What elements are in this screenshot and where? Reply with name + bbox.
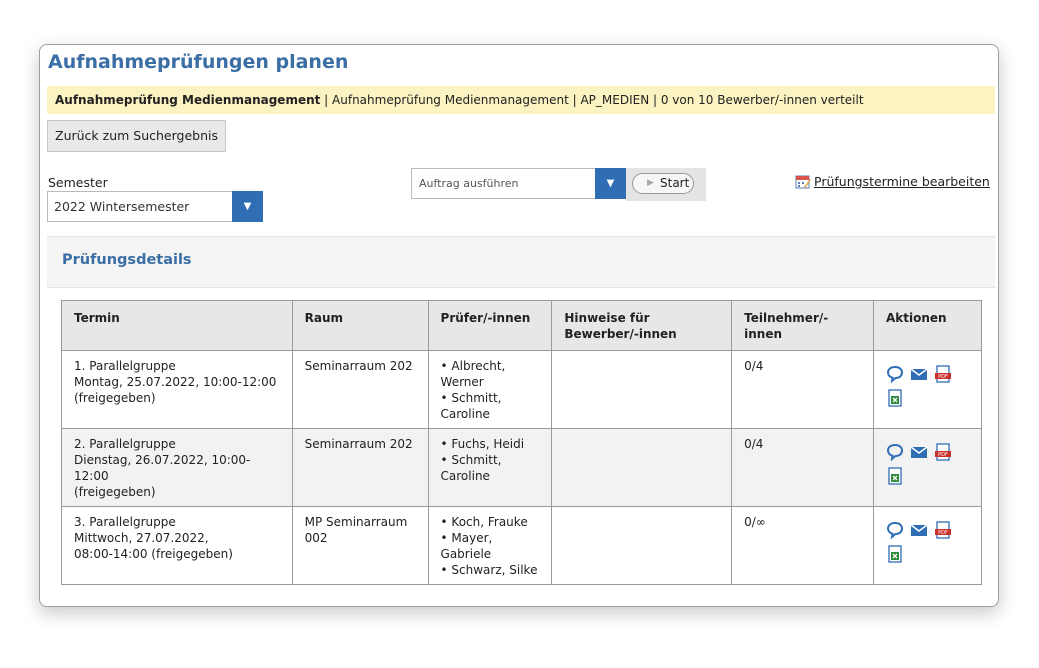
examiners-cell: • Koch, Frauke • Mayer, Gabriele • Schwa… <box>427 506 553 585</box>
termin-cell: 2. Parallelgruppe Dienstag, 26.07.2022, … <box>61 428 293 507</box>
exam-info-details: | Aufnahmeprüfung Medienmanagement | AP_… <box>320 93 864 107</box>
group-date: Mittwoch, 27.07.2022, <box>74 531 209 545</box>
group-status: (freigegeben) <box>74 391 156 405</box>
examiners-cell: • Albrecht, Werner • Schmitt, Caroline <box>427 350 553 429</box>
group-name: 1. Parallelgruppe <box>74 359 176 373</box>
table-row: 1. Parallelgruppe Montag, 25.07.2022, 10… <box>61 350 982 429</box>
examiner-line: • Koch, Frauke <box>440 515 528 529</box>
pdf-icon[interactable]: PDF <box>934 521 952 539</box>
start-button[interactable]: ▶ Start <box>632 173 694 194</box>
examiner-line: Caroline <box>440 407 490 421</box>
column-header-pruefer: Prüfer/-innen <box>427 300 553 351</box>
group-date: Montag, 25.07.2022, 10:00-12:00 <box>74 375 277 389</box>
job-select-placeholder: Auftrag ausführen <box>419 177 519 190</box>
excel-icon[interactable] <box>886 545 904 563</box>
chevron-down-icon[interactable]: ▼ <box>232 191 263 222</box>
svg-text:PDF: PDF <box>938 374 948 380</box>
chevron-down-icon[interactable]: ▼ <box>595 168 626 199</box>
column-header-hinweise: Hinweise für Bewerber/-innen <box>551 300 733 351</box>
room-cell: Seminarraum 202 <box>291 350 429 429</box>
exam-name: Aufnahmeprüfung Medienmanagement <box>55 93 321 107</box>
column-header-teilnehmer: Teilnehmer/-innen <box>731 300 875 351</box>
examiner-line: • Albrecht, <box>440 359 506 373</box>
comment-icon[interactable] <box>886 521 904 539</box>
exam-details-heading: Prüfungsdetails <box>62 252 192 268</box>
actions-cell: PDF <box>873 350 982 429</box>
play-icon: ▶ <box>647 178 654 188</box>
exam-info-bar: Aufnahmeprüfung Medienmanagement | Aufna… <box>47 86 995 114</box>
column-header-termin: Termin <box>61 300 293 351</box>
participants-cell: 0/4 <box>731 350 875 429</box>
column-header-aktionen: Aktionen <box>873 300 982 351</box>
semester-label: Semester <box>48 175 108 190</box>
exam-planning-panel: Aufnahmeprüfungen planen Aufnahmeprüfung… <box>39 44 999 607</box>
notes-cell <box>551 350 733 429</box>
notes-cell <box>551 428 733 507</box>
start-button-label: Start <box>660 176 690 190</box>
examiner-line: • Schmitt, <box>440 453 502 467</box>
group-status: 08:00-14:00 (freigegeben) <box>74 547 233 561</box>
table-row: 2. Parallelgruppe Dienstag, 26.07.2022, … <box>61 428 982 507</box>
table-header-row: Termin Raum Prüfer/-innen Hinweise für B… <box>61 300 982 351</box>
exam-dates-table: Termin Raum Prüfer/-innen Hinweise für B… <box>61 300 982 585</box>
svg-text:PDF: PDF <box>938 452 948 458</box>
mail-icon[interactable] <box>910 443 928 461</box>
start-button-area: ▶ Start <box>626 168 706 201</box>
pdf-icon[interactable]: PDF <box>934 443 952 461</box>
examiner-line: Caroline <box>440 469 490 483</box>
edit-exam-dates-link[interactable]: Prüfungstermine bearbeiten <box>795 173 990 189</box>
column-header-raum: Raum <box>291 300 429 351</box>
participants-cell: 0/4 <box>731 428 875 507</box>
termin-cell: 1. Parallelgruppe Montag, 25.07.2022, 10… <box>61 350 293 429</box>
examiner-line: Werner <box>440 375 484 389</box>
pdf-icon[interactable]: PDF <box>934 365 952 383</box>
edit-exam-dates-label: Prüfungstermine bearbeiten <box>814 174 990 189</box>
comment-icon[interactable] <box>886 365 904 383</box>
examiner-line: • Schmitt, <box>440 391 502 405</box>
exam-details-section: Prüfungsdetails Termin Raum Prüfer/-inne… <box>47 236 995 606</box>
svg-text:PDF: PDF <box>938 530 948 536</box>
job-select[interactable]: Auftrag ausführen ▼ <box>411 168 626 199</box>
page-title: Aufnahmeprüfungen planen <box>48 51 349 73</box>
examiner-line: • Mayer, <box>440 531 493 545</box>
table-row: 3. Parallelgruppe Mittwoch, 27.07.2022, … <box>61 506 982 585</box>
mail-icon[interactable] <box>910 521 928 539</box>
participants-cell: 0/∞ <box>731 506 875 585</box>
examiner-line: Gabriele <box>440 547 492 561</box>
calendar-edit-icon <box>795 175 811 189</box>
excel-icon[interactable] <box>886 389 904 407</box>
exam-details-body: Termin Raum Prüfer/-innen Hinweise für B… <box>47 287 995 606</box>
excel-icon[interactable] <box>886 467 904 485</box>
group-name: 2. Parallelgruppe <box>74 437 176 451</box>
actions-cell: PDF <box>873 506 982 585</box>
examiner-line: • Schwarz, Silke <box>440 563 538 577</box>
comment-icon[interactable] <box>886 443 904 461</box>
examiners-cell: • Fuchs, Heidi • Schmitt, Caroline <box>427 428 553 507</box>
room-cell: Seminarraum 202 <box>291 428 429 507</box>
notes-cell <box>551 506 733 585</box>
group-date: Dienstag, 26.07.2022, 10:00-12:00 <box>74 453 251 483</box>
room-cell: MP Seminarraum 002 <box>291 506 429 585</box>
group-status: (freigegeben) <box>74 485 156 499</box>
semester-select[interactable]: 2022 Wintersemester ▼ <box>47 191 263 222</box>
examiner-line: • Fuchs, Heidi <box>440 437 525 451</box>
group-name: 3. Parallelgruppe <box>74 515 176 529</box>
mail-icon[interactable] <box>910 365 928 383</box>
semester-value: 2022 Wintersemester <box>54 199 190 214</box>
actions-cell: PDF <box>873 428 982 507</box>
termin-cell: 3. Parallelgruppe Mittwoch, 27.07.2022, … <box>61 506 293 585</box>
back-to-results-button[interactable]: Zurück zum Suchergebnis <box>47 120 226 152</box>
